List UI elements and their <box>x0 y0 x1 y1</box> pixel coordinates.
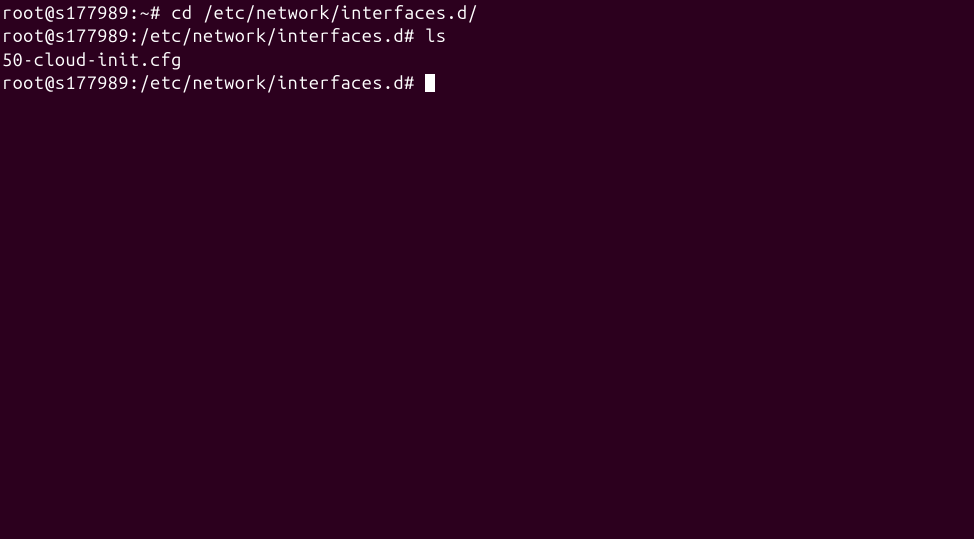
terminal-line: root@s177989:/etc/network/interfaces.d# … <box>2 25 972 48</box>
prompt-user-host: root@s177989 <box>2 73 129 93</box>
output-file-name: 50-cloud-init.cfg <box>2 50 182 70</box>
terminal-line: root@s177989:~# cd /etc/network/interfac… <box>2 2 972 25</box>
prompt-path: /etc/network/interfaces.d <box>140 73 405 93</box>
prompt-separator: : <box>129 26 140 46</box>
prompt-user-host: root@s177989 <box>2 26 129 46</box>
terminal-output-line: 50-cloud-init.cfg <box>2 49 972 72</box>
command-text: ls <box>425 26 446 46</box>
command-text: cd /etc/network/interfaces.d/ <box>171 3 478 23</box>
cursor-icon <box>425 74 435 92</box>
terminal-line: root@s177989:/etc/network/interfaces.d# <box>2 72 972 95</box>
prompt-separator: : <box>129 73 140 93</box>
prompt-user-host: root@s177989 <box>2 3 129 23</box>
prompt-separator: : <box>129 3 140 23</box>
prompt-symbol: # <box>404 73 415 93</box>
prompt-path: ~ <box>140 3 151 23</box>
prompt-symbol: # <box>150 3 161 23</box>
terminal-window[interactable]: root@s177989:~# cd /etc/network/interfac… <box>0 0 974 98</box>
prompt-symbol: # <box>404 26 415 46</box>
prompt-path: /etc/network/interfaces.d <box>140 26 405 46</box>
